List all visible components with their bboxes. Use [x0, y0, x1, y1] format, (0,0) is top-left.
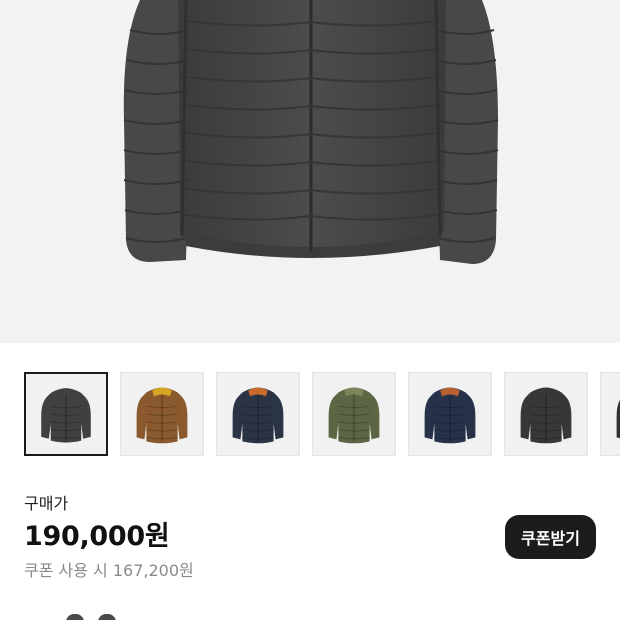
jacket-thumbnail-icon	[601, 373, 620, 455]
jacket-thumbnail-icon	[217, 373, 299, 455]
thumbnail-strip	[0, 372, 620, 458]
jacket-thumbnail-icon	[313, 373, 395, 455]
coupon-price: 쿠폰 사용 시 167,200원	[24, 561, 194, 580]
jacket-thumbnail-icon	[26, 374, 106, 454]
thumb-partial[interactable]	[600, 372, 620, 456]
jacket-image-icon	[123, 0, 499, 264]
purchase-price: 190,000원	[24, 521, 170, 552]
jacket-thumbnail-icon	[505, 373, 587, 455]
get-coupon-button[interactable]: 쿠폰받기	[505, 515, 596, 559]
thumb-mustard[interactable]	[120, 372, 204, 456]
jacket-thumbnail-icon	[121, 373, 203, 455]
thumb-charcoal[interactable]	[24, 372, 108, 456]
thumb-navy[interactable]	[408, 372, 492, 456]
product-hero-image[interactable]	[0, 0, 620, 343]
peek-shape	[66, 614, 84, 620]
purchase-price-label: 구매가	[24, 494, 69, 513]
thumb-olive[interactable]	[312, 372, 396, 456]
price-section: 구매가	[24, 492, 68, 516]
next-section-peek	[0, 604, 620, 620]
jacket-thumbnail-icon	[409, 373, 491, 455]
thumb-navy-orange[interactable]	[216, 372, 300, 456]
peek-shape	[98, 614, 116, 620]
thumb-black[interactable]	[504, 372, 588, 456]
